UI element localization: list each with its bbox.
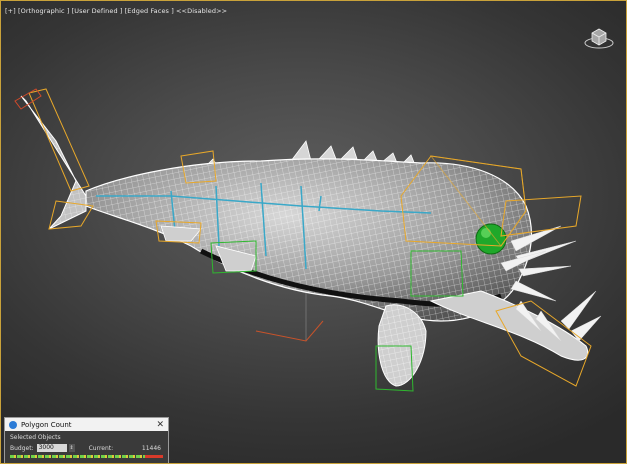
eye — [475, 223, 507, 255]
panel-title: Polygon Count — [21, 420, 72, 429]
current-label: Current: — [88, 444, 114, 452]
over-budget-segment — [145, 455, 163, 458]
budget-input[interactable]: 3000 — [36, 444, 67, 452]
polygon-budget-bar — [10, 455, 163, 458]
budget-spinner[interactable]: ⇕ — [68, 444, 75, 452]
pivot-gizmo — [255, 320, 324, 342]
app-logo-icon — [9, 420, 17, 429]
tail-select-red — [14, 88, 42, 110]
current-count: 11446 — [141, 444, 161, 452]
panel-header[interactable]: Polygon Count ✕ — [5, 418, 168, 431]
eye-highlight — [481, 228, 491, 238]
perspective-viewport[interactable]: [+] [Orthographic ] [User Defined ] [Edg… — [0, 0, 627, 464]
panel-body: Selected Objects Budget: 3000 ⇕ Current:… — [5, 431, 168, 463]
viewcube-icon[interactable] — [583, 21, 615, 53]
close-icon[interactable]: ✕ — [156, 420, 164, 430]
fish-mesh-scene[interactable] — [1, 1, 627, 464]
pectoral-fin-wire — [378, 304, 426, 386]
section-label: Selected Objects — [10, 434, 61, 441]
budget-label: Budget: — [10, 444, 34, 452]
polygon-count-panel[interactable]: Polygon Count ✕ Selected Objects Budget:… — [4, 417, 169, 463]
